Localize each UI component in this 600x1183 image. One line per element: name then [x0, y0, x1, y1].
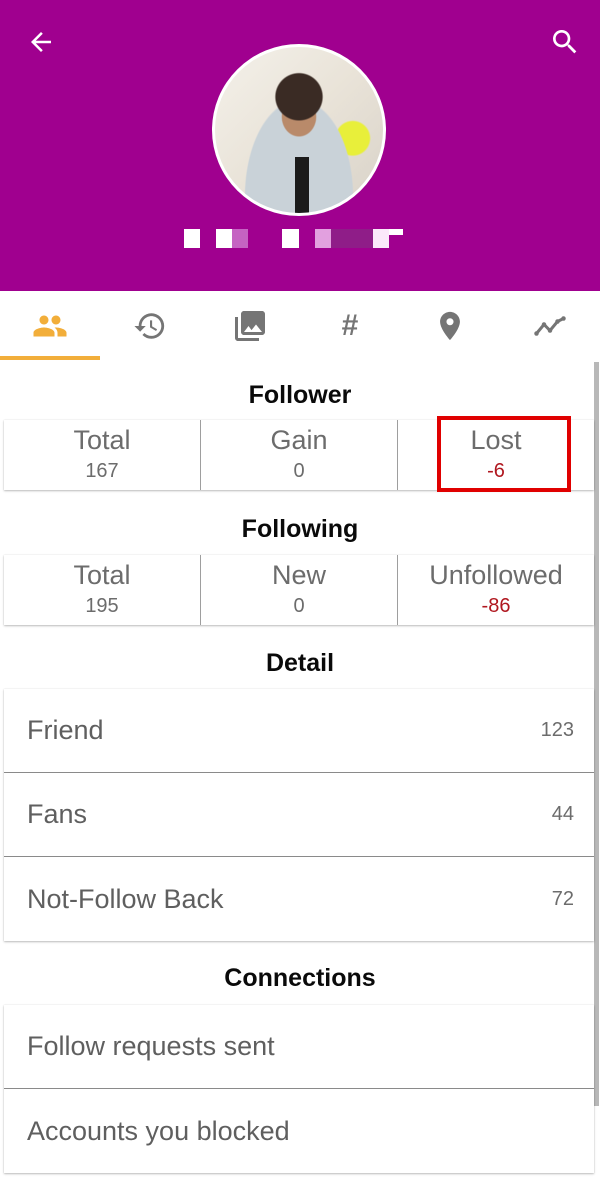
- connections-title: Connections: [224, 964, 376, 992]
- list-item-label: Follow requests sent: [27, 1031, 275, 1061]
- hashtag-icon: #: [341, 309, 359, 342]
- stat-value: 0: [293, 595, 305, 617]
- stat-label: Unfollowed: [429, 560, 563, 590]
- following-total[interactable]: Total 195: [4, 555, 201, 625]
- scrollbar[interactable]: [594, 362, 599, 1106]
- following-new[interactable]: New 0: [201, 555, 398, 625]
- username-censored: [180, 229, 403, 249]
- follower-gain[interactable]: Gain 0: [201, 420, 398, 490]
- photo-library-icon: [235, 311, 265, 341]
- arrow-back-icon: [31, 32, 51, 52]
- stat-label: Total: [73, 425, 131, 455]
- stat-value: 167: [85, 460, 119, 482]
- people-icon: [33, 315, 67, 337]
- stat-value: -86: [481, 595, 511, 617]
- following-unfollowed[interactable]: Unfollowed -86: [398, 555, 594, 625]
- tab-trends[interactable]: [500, 291, 600, 361]
- list-item-count: 72: [551, 887, 574, 910]
- tab-hashtags[interactable]: #: [300, 291, 400, 361]
- search-icon: [553, 30, 577, 54]
- history-icon: [134, 313, 165, 339]
- follower-title: Follower: [248, 381, 352, 409]
- tab-history[interactable]: [100, 291, 200, 361]
- stat-label: New: [271, 560, 326, 590]
- tab-locations[interactable]: [400, 291, 500, 361]
- connections-item-follow-requests-sent[interactable]: Follow requests sent: [4, 1005, 594, 1089]
- list-item-label: Friend: [27, 715, 104, 745]
- list-item-label: Fans: [27, 799, 88, 829]
- list-item-label: Accounts you blocked: [27, 1115, 290, 1146]
- detail-title: Detail: [265, 649, 335, 677]
- following-stats-card: Total 195 New 0 Unfollowed -86: [4, 555, 594, 625]
- stat-value: 195: [85, 595, 119, 617]
- detail-item-not-follow-back[interactable]: Not-Follow Back 72: [4, 857, 594, 941]
- detail-list: Friend 123 Fans 44 Not-Follow Back 72: [4, 689, 594, 941]
- detail-item-fans[interactable]: Fans 44: [4, 773, 594, 857]
- profile-header: [0, 0, 600, 291]
- highlight-annotation-box: [437, 416, 571, 492]
- back-button[interactable]: [22, 24, 60, 60]
- tab-followers[interactable]: [0, 291, 100, 361]
- connections-list: Follow requests sent Accounts you blocke…: [4, 1005, 594, 1173]
- stat-label: Total: [73, 560, 131, 590]
- following-title: Following: [241, 515, 359, 543]
- tab-media[interactable]: [200, 291, 300, 361]
- stat-value: 0: [293, 460, 305, 482]
- follower-total[interactable]: Total 167: [4, 420, 201, 490]
- detail-item-friend[interactable]: Friend 123: [4, 689, 594, 773]
- connections-item-accounts-blocked[interactable]: Accounts you blocked: [4, 1089, 594, 1173]
- tab-bar: #: [0, 291, 600, 361]
- stat-label: Gain: [270, 425, 328, 455]
- profile-avatar[interactable]: [212, 44, 386, 216]
- location-pin-icon: [440, 311, 460, 341]
- avatar-photo-detail: [295, 157, 309, 213]
- search-button[interactable]: [544, 22, 586, 62]
- list-item-label: Not-Follow Back: [27, 883, 224, 914]
- list-item-count: 44: [551, 803, 574, 825]
- list-item-count: 123: [540, 719, 574, 741]
- trending-icon: [534, 316, 566, 336]
